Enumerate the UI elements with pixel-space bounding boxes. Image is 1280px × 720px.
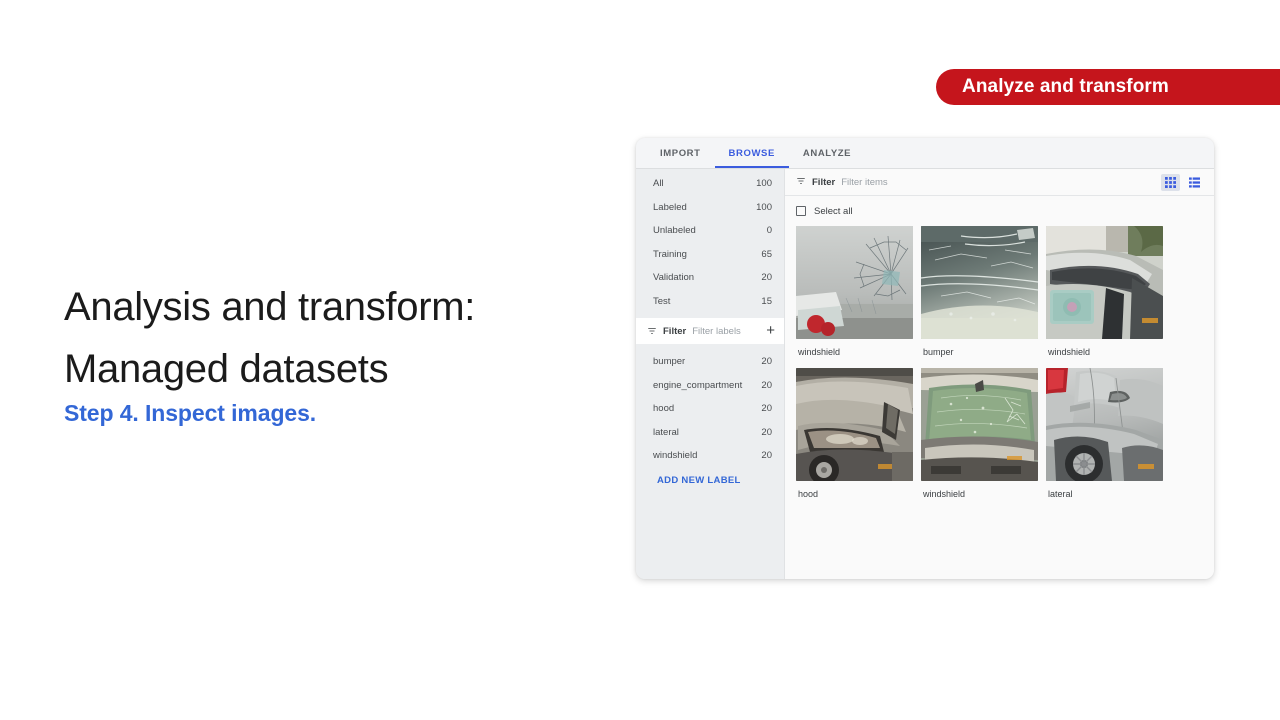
image-thumbnail[interactable] xyxy=(921,226,1038,339)
add-new-label-button[interactable]: ADD NEW LABEL xyxy=(636,468,784,486)
sidebar-item-training[interactable]: Training 65 xyxy=(636,243,784,267)
image-thumbnail[interactable] xyxy=(1046,368,1163,481)
page-title: Analysis and transform: Managed datasets xyxy=(64,276,604,400)
filter-icon xyxy=(647,326,657,336)
sidebar-item-test-label: Test xyxy=(653,295,671,307)
label-item-bumper-count: 20 xyxy=(761,356,772,368)
grid-item: windshield xyxy=(796,226,913,368)
label-item-lateral[interactable]: lateral 20 xyxy=(636,421,784,445)
label-filter-input[interactable]: Filter labels xyxy=(692,326,760,337)
sidebar-item-labeled[interactable]: Labeled 100 xyxy=(636,196,784,220)
image-thumbnail[interactable] xyxy=(921,368,1038,481)
sidebar-item-training-count: 65 xyxy=(761,248,772,260)
label-item-hood-name: hood xyxy=(653,403,675,415)
tab-browse[interactable]: BROWSE xyxy=(714,148,789,168)
tab-import[interactable]: IMPORT xyxy=(646,148,715,168)
select-all-label: Select all xyxy=(814,205,853,217)
select-all-checkbox[interactable] xyxy=(796,206,806,216)
grid-item: hood xyxy=(796,368,913,510)
page-title-line-1: Analysis and transform: xyxy=(64,285,476,329)
section-banner: Analyze and transform xyxy=(936,69,1280,105)
image-caption: hood xyxy=(798,489,819,499)
item-filter-input[interactable]: Filter items xyxy=(841,177,1155,188)
image-grid: windshield bumper windshield hood windsh… xyxy=(785,226,1214,579)
label-item-engine-compartment-count: 20 xyxy=(761,379,772,391)
label-item-hood[interactable]: hood 20 xyxy=(636,397,784,421)
tab-bar: IMPORT BROWSE ANALYZE xyxy=(636,138,1214,169)
label-filter-bar: Filter Filter labels + xyxy=(636,318,784,344)
label-item-windshield[interactable]: windshield 20 xyxy=(636,444,784,468)
label-filter-label: Filter xyxy=(663,325,687,337)
view-toggle-group xyxy=(1161,173,1204,191)
sidebar-item-all-count: 100 xyxy=(756,178,772,190)
label-item-windshield-count: 20 xyxy=(761,450,772,462)
slide: Analyze and transform Analysis and trans… xyxy=(0,0,1280,720)
content-pane: Filter Filter items Select all windshiel… xyxy=(785,169,1214,579)
sidebar-item-labeled-label: Labeled xyxy=(653,201,687,213)
sidebar-item-unlabeled-label: Unlabeled xyxy=(653,225,696,237)
sidebar-item-unlabeled[interactable]: Unlabeled 0 xyxy=(636,219,784,243)
sidebar-item-validation[interactable]: Validation 20 xyxy=(636,266,784,290)
grid-item: windshield xyxy=(921,368,1038,510)
sidebar-item-unlabeled-count: 0 xyxy=(766,225,772,237)
section-banner-label: Analyze and transform xyxy=(962,76,1169,97)
label-list: bumper 20 engine_compartment 20 hood 20 … xyxy=(636,344,784,468)
label-item-bumper-name: bumper xyxy=(653,356,686,368)
sidebar-item-all[interactable]: All 100 xyxy=(636,172,784,196)
image-caption: windshield xyxy=(923,489,966,499)
sidebar-item-test[interactable]: Test 15 xyxy=(636,290,784,314)
grid-item: windshield xyxy=(1046,226,1163,368)
label-item-lateral-count: 20 xyxy=(761,426,772,438)
grid-item: lateral xyxy=(1046,368,1163,510)
image-thumbnail[interactable] xyxy=(796,368,913,481)
grid-item: bumper xyxy=(921,226,1038,368)
image-caption: windshield xyxy=(798,347,841,357)
sidebar-item-all-label: All xyxy=(653,178,664,190)
label-item-bumper[interactable]: bumper 20 xyxy=(636,350,784,374)
sidebar-item-labeled-count: 100 xyxy=(756,201,772,213)
step-subtitle: Step 4. Inspect images. xyxy=(64,400,317,426)
sidebar-item-validation-label: Validation xyxy=(653,272,695,284)
list-view-icon[interactable] xyxy=(1185,174,1204,191)
page-title-line-2: Managed datasets xyxy=(64,347,389,391)
image-thumbnail[interactable] xyxy=(1046,226,1163,339)
filter-icon xyxy=(796,173,806,191)
label-item-hood-count: 20 xyxy=(761,403,772,415)
label-item-engine-compartment[interactable]: engine_compartment 20 xyxy=(636,374,784,398)
item-filter-bar: Filter Filter items xyxy=(785,169,1214,196)
label-item-windshield-name: windshield xyxy=(653,450,698,462)
tab-analyze[interactable]: ANALYZE xyxy=(789,148,865,168)
sidebar-item-training-label: Training xyxy=(653,248,687,260)
sidebar: All 100 Labeled 100 Unlabeled 0 Training… xyxy=(636,169,785,579)
label-item-lateral-name: lateral xyxy=(653,426,679,438)
sidebar-item-validation-count: 20 xyxy=(761,272,772,284)
plus-icon[interactable]: + xyxy=(766,323,775,338)
item-filter-label: Filter xyxy=(812,176,836,188)
app-body: All 100 Labeled 100 Unlabeled 0 Training… xyxy=(636,169,1214,579)
image-caption: lateral xyxy=(1048,489,1073,499)
image-caption: windshield xyxy=(1048,347,1091,357)
grid-view-icon[interactable] xyxy=(1161,173,1180,191)
image-caption: bumper xyxy=(923,347,954,357)
image-thumbnail[interactable] xyxy=(796,226,913,339)
sidebar-item-test-count: 15 xyxy=(761,295,772,307)
dataset-app-card: IMPORT BROWSE ANALYZE All 100 Labeled 10… xyxy=(636,138,1214,579)
select-all-row[interactable]: Select all xyxy=(785,196,1214,226)
label-item-engine-compartment-name: engine_compartment xyxy=(653,379,743,391)
